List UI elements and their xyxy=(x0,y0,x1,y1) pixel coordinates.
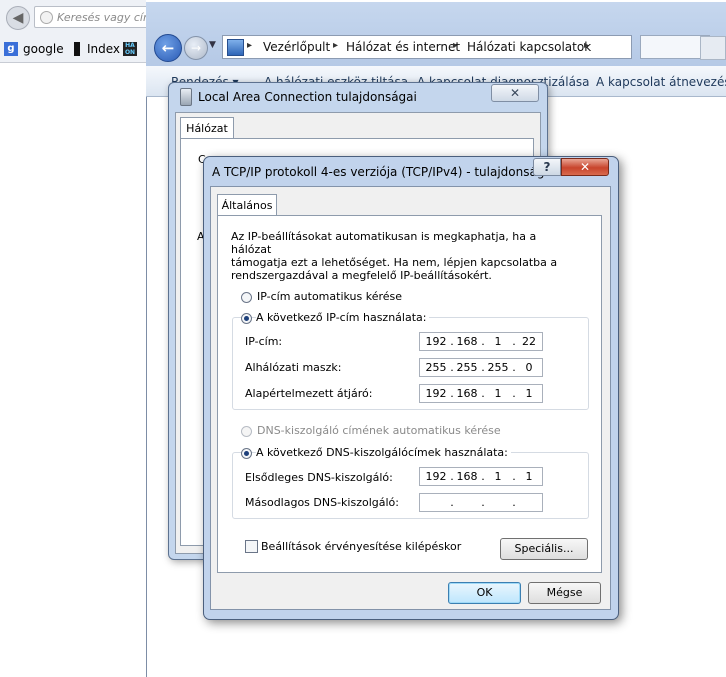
ip-dot: . xyxy=(481,496,485,509)
ip-octet: 192 xyxy=(425,387,447,400)
ip-octet: 192 xyxy=(425,470,447,483)
ip-octet: 22 xyxy=(522,335,536,348)
dns-secondary-field[interactable]: . . . xyxy=(419,493,543,512)
ip-manual-radio[interactable] xyxy=(241,313,252,324)
validate-label[interactable]: Beállítások érvényesítése kilépéskor xyxy=(261,540,461,553)
browser-back-button[interactable]: ◀ xyxy=(6,6,30,30)
validate-checkbox[interactable] xyxy=(245,540,258,553)
browser-url-input[interactable]: Keresés vagy cím xyxy=(34,6,164,28)
ip-octet: 255 xyxy=(425,361,447,374)
breadcrumb-separator[interactable]: ▸ xyxy=(333,40,338,51)
ip-octet: 1 xyxy=(525,387,533,400)
tcp-dialog-title: A TCP/IP protokoll 4-es verziója (TCP/IP… xyxy=(212,165,559,179)
bookmark-google[interactable]: google xyxy=(23,42,64,56)
dns-auto-radio[interactable] xyxy=(241,426,252,437)
explorer-back-button[interactable]: ← xyxy=(154,34,182,62)
breadcrumb-halozati-kapcsolatok[interactable]: Hálózati kapcsolatok xyxy=(467,40,591,54)
breadcrumb-separator[interactable]: ▸ xyxy=(584,40,589,51)
intro-line: támogatja ezt a lehetőséget. Ha nem, lép… xyxy=(231,256,558,269)
ip-octet: 255 xyxy=(456,361,478,374)
ip-octet: 1 xyxy=(494,387,502,400)
control-panel-icon xyxy=(227,39,244,56)
ip-octet: 1 xyxy=(494,335,502,348)
cancel-button[interactable]: Mégse xyxy=(528,582,601,604)
tab-altalanos[interactable]: Általános xyxy=(217,194,277,216)
breadcrumb-separator[interactable]: ▸ xyxy=(247,40,252,51)
network-adapter-icon xyxy=(180,88,192,106)
intro-text: Az IP-beállításokat automatikusan is meg… xyxy=(231,230,571,282)
ip-dot: . xyxy=(450,496,454,509)
ip-octet: 168 xyxy=(456,470,478,483)
gateway-field[interactable]: 192 . 168 . 1 . 1 xyxy=(419,384,543,403)
history-dropdown-icon[interactable]: ▼ xyxy=(209,40,216,50)
ip-octet: 192 xyxy=(425,335,447,348)
ip-octet: 1 xyxy=(525,470,533,483)
gateway-label: Alapértelmezett átjáró: xyxy=(245,387,373,400)
ip-auto-label[interactable]: IP-cím automatikus kérése xyxy=(257,290,402,303)
breadcrumb-halozat-es-internet[interactable]: Hálózat és internet xyxy=(346,40,460,54)
ip-auto-radio[interactable] xyxy=(241,292,252,303)
tab-halozat[interactable]: Hálózat xyxy=(180,117,234,139)
index-icon xyxy=(74,42,80,56)
explorer-forward-button[interactable]: → xyxy=(184,36,208,60)
subnet-label: Alhálózati maszk: xyxy=(245,361,342,374)
advanced-button[interactable]: Speciális... xyxy=(500,538,588,560)
intro-line: rendszergazdával a megfelelő IP-beállítá… xyxy=(231,269,492,282)
tcp-close-button[interactable]: ✕ xyxy=(561,158,609,176)
google-icon: g xyxy=(4,42,18,56)
ip-octet: 0 xyxy=(525,361,533,374)
explorer-close-button[interactable] xyxy=(700,36,726,60)
breadcrumb-vezerlopult[interactable]: Vezérlőpult xyxy=(263,40,330,54)
dns-primary-label: Elsődleges DNS-kiszolgáló: xyxy=(245,471,393,484)
dns-manual-label[interactable]: A következő DNS-kiszolgálócímek használa… xyxy=(256,446,511,459)
dns-secondary-label: Másodlagos DNS-kiszolgáló: xyxy=(245,496,399,509)
ip-address-field[interactable]: 192 . 168 . 1 . 22 xyxy=(419,332,543,351)
intro-line: Az IP-beállításokat automatikusan is meg… xyxy=(231,230,537,256)
globe-icon xyxy=(40,11,53,24)
dns-primary-field[interactable]: 192 . 168 . 1 . 1 xyxy=(419,467,543,486)
ip-octet: 1 xyxy=(494,470,502,483)
dns-manual-radio[interactable] xyxy=(241,448,252,459)
ip-octet: 168 xyxy=(456,335,478,348)
help-button[interactable]: ? xyxy=(533,158,561,176)
lac-dialog-title: Local Area Connection tulajdonságai xyxy=(198,90,417,104)
ok-button[interactable]: OK xyxy=(448,582,521,604)
ip-dot: . xyxy=(512,496,516,509)
breadcrumb-separator[interactable]: ▸ xyxy=(453,40,458,51)
bookmark-index[interactable]: Index xyxy=(87,42,120,56)
haon-icon[interactable]: HA ON xyxy=(123,42,137,56)
ip-manual-label[interactable]: A következő IP-cím használata: xyxy=(256,311,430,324)
ip-address-label: IP-cím: xyxy=(245,335,283,348)
dns-auto-label[interactable]: DNS-kiszolgáló címének automatikus kérés… xyxy=(257,424,501,437)
ip-octet: 168 xyxy=(456,387,478,400)
lac-close-button[interactable]: ✕ xyxy=(491,84,539,102)
subnet-field[interactable]: 255 . 255 . 255 . 0 xyxy=(419,358,543,377)
cmd-rename[interactable]: A kapcsolat átnevezése xyxy=(596,75,726,89)
ip-octet: 255 xyxy=(487,361,509,374)
